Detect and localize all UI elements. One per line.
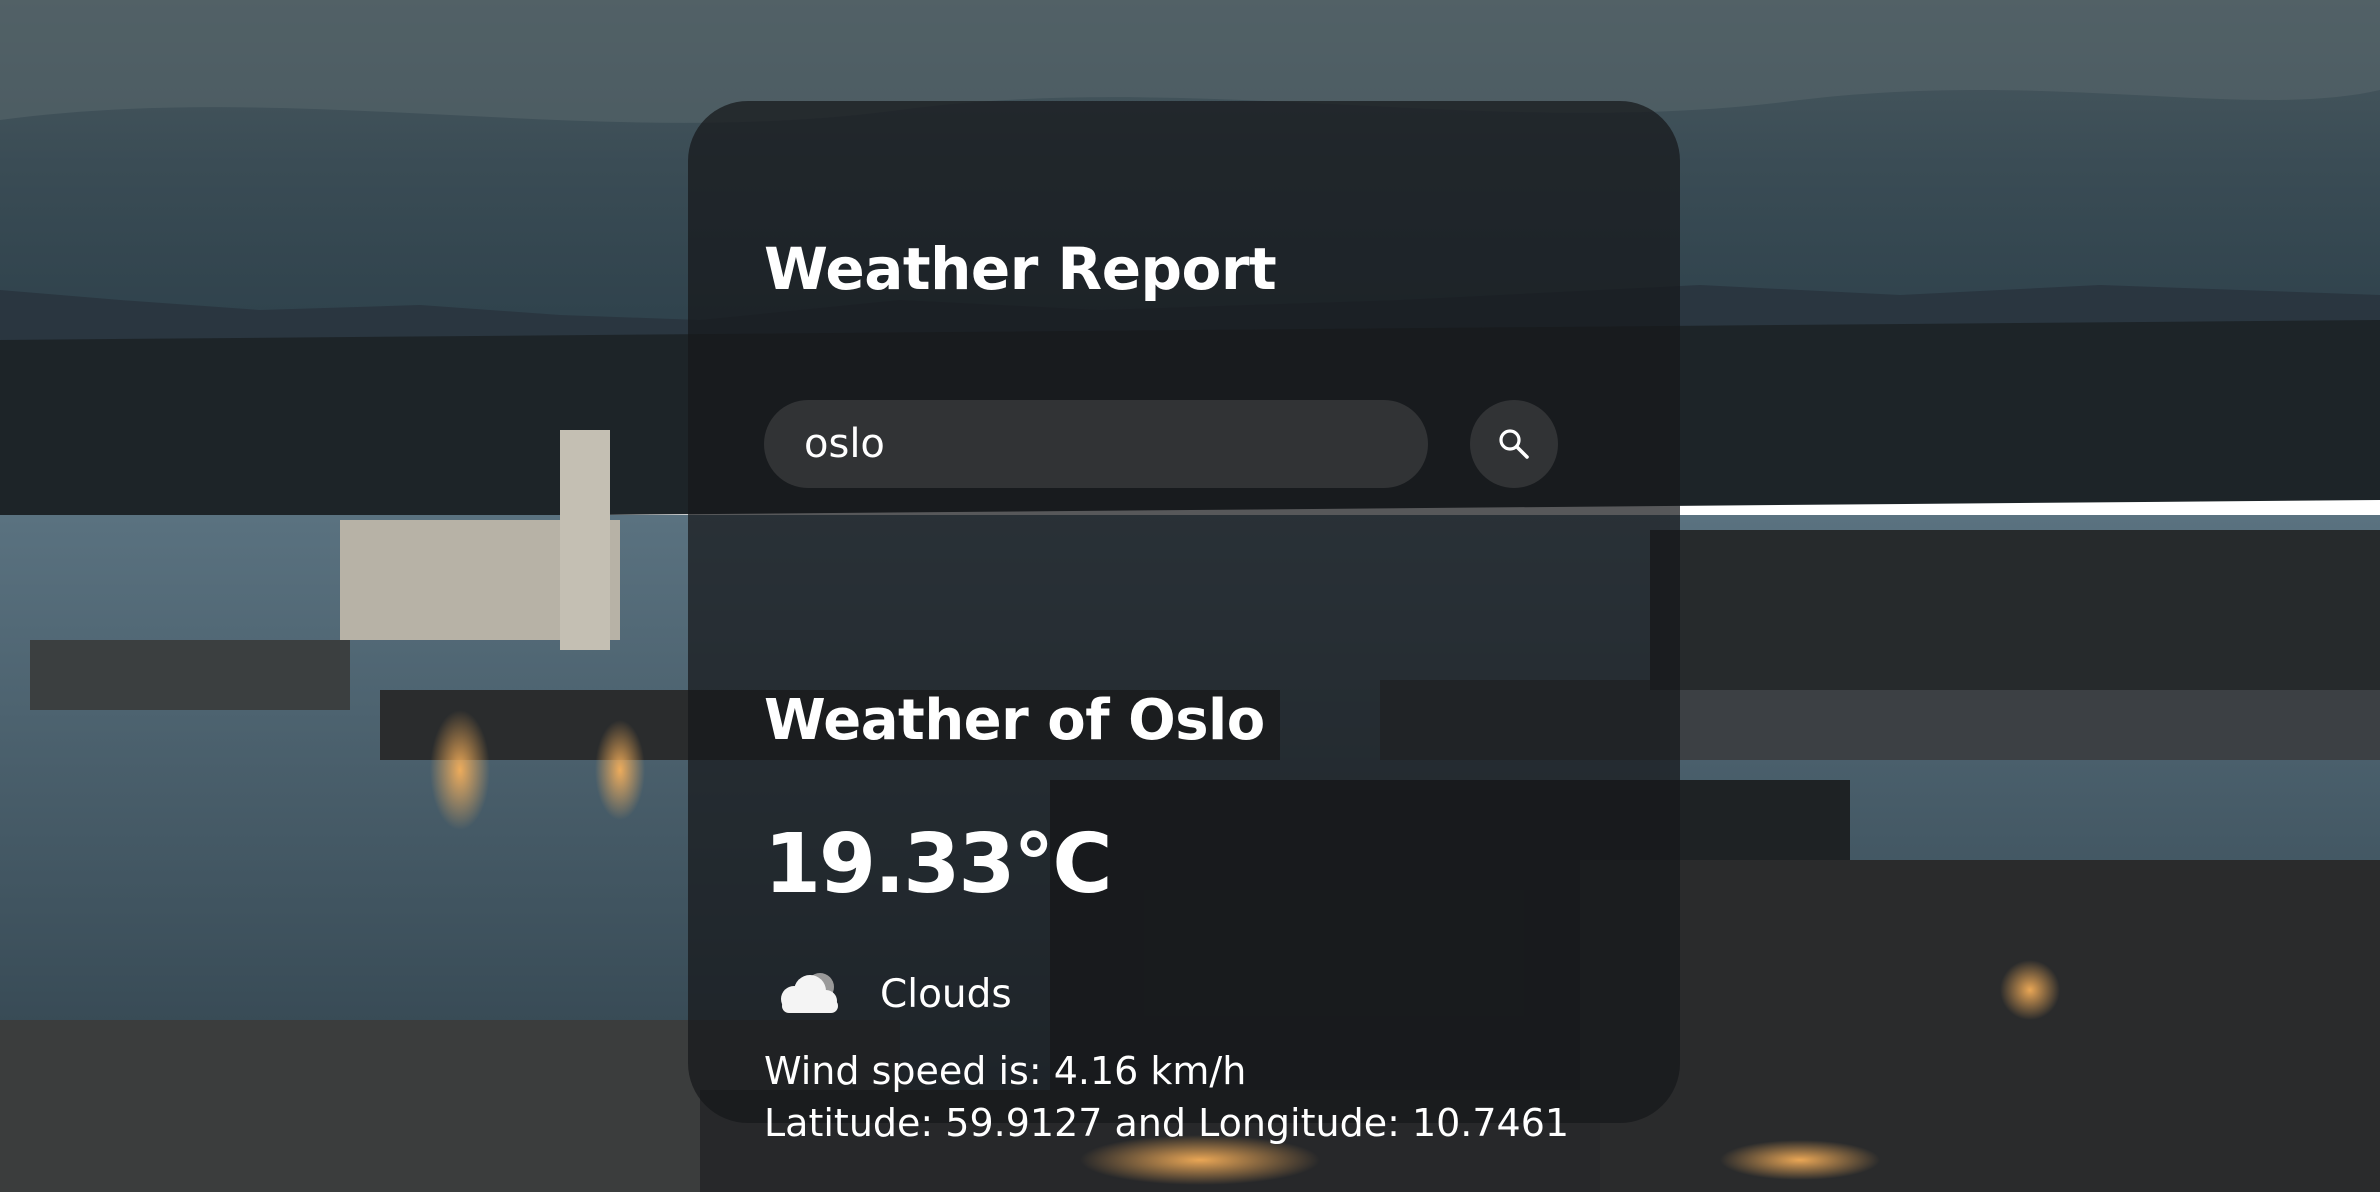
app-title: Weather Report (764, 235, 1277, 303)
city-heading: Weather of Oslo (764, 688, 1265, 753)
temperature: 19.33°C (764, 817, 1113, 912)
weather-card: Weather Report Weather of Oslo 19.33°C C… (688, 101, 1680, 1145)
coordinates: Latitude: 59.9127 and Longitude: 10.7461 (764, 1101, 1570, 1145)
search-bar (764, 400, 1564, 488)
wind-speed: Wind speed is: 4.16 km/h (764, 1049, 1247, 1093)
search-input[interactable] (764, 400, 1428, 488)
search-icon (1499, 429, 1529, 459)
cloud-icon (781, 973, 838, 1013)
search-button[interactable] (1470, 400, 1558, 488)
weather-condition: Clouds (764, 963, 1364, 1027)
weather-description: Clouds (880, 972, 1012, 1017)
